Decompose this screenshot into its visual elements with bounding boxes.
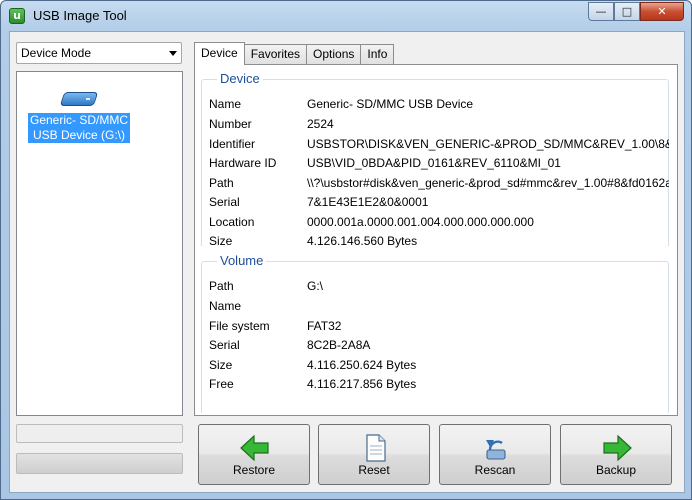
usb-drive-icon bbox=[59, 90, 99, 110]
tab-device[interactable]: Device bbox=[194, 42, 245, 65]
info-label: Serial bbox=[209, 338, 240, 352]
backup-button[interactable]: Backup bbox=[560, 424, 672, 485]
info-value: USBSTOR\DISK&VEN_GENERIC-&PROD_SD/MMC&RE… bbox=[307, 137, 669, 151]
rescan-icon bbox=[486, 440, 506, 460]
close-button[interactable]: ✕ bbox=[640, 2, 684, 21]
device-group: Device Name Generic- SD/MMC USB Device N… bbox=[201, 71, 669, 248]
device-tab-panel: Device Name Generic- SD/MMC USB Device N… bbox=[194, 64, 678, 416]
info-value: G:\ bbox=[307, 279, 324, 293]
title-bar[interactable]: u USB Image Tool — □ ✕ bbox=[1, 1, 691, 31]
info-label: Hardware ID bbox=[209, 156, 277, 170]
reset-button[interactable]: Reset bbox=[318, 424, 430, 485]
info-value: 8C2B-2A8A bbox=[307, 338, 371, 352]
info-label: Path bbox=[209, 176, 234, 190]
progress-bar-secondary bbox=[16, 453, 183, 474]
info-value: FAT32 bbox=[307, 319, 342, 333]
mode-select-value: Device Mode bbox=[21, 46, 92, 60]
info-value: 2524 bbox=[307, 117, 334, 131]
info-value: Generic- SD/MMC USB Device bbox=[307, 97, 474, 111]
info-label: Size bbox=[209, 358, 233, 372]
minimize-icon: — bbox=[595, 5, 607, 18]
info-value: \\?\usbstor#disk&ven_generic-&prod_sd#mm… bbox=[307, 176, 669, 190]
reset-button-label: Reset bbox=[358, 463, 390, 477]
chevron-down-icon bbox=[169, 51, 177, 56]
info-label: File system bbox=[209, 319, 270, 333]
tab-options[interactable]: Options bbox=[306, 44, 362, 65]
info-label: Location bbox=[209, 215, 255, 229]
caption-buttons: — □ ✕ bbox=[588, 2, 684, 22]
arrow-left-icon bbox=[240, 434, 269, 462]
device-item-line1: Generic- SD/MMC bbox=[29, 113, 128, 127]
app-window: u USB Image Tool — □ ✕ Device Mode Gener… bbox=[0, 0, 692, 500]
rescan-button-label: Rescan bbox=[474, 463, 516, 477]
device-group-title: Device bbox=[217, 71, 263, 86]
info-label: Name bbox=[209, 299, 242, 313]
info-value: 7&1E43E1E2&0&0001 bbox=[307, 195, 429, 209]
info-label: Number bbox=[209, 117, 252, 131]
device-item[interactable]: Generic- SD/MMC USB Device (G:\) bbox=[25, 90, 133, 143]
device-item-label: Generic- SD/MMC USB Device (G:\) bbox=[27, 113, 130, 143]
info-label: Size bbox=[209, 234, 233, 248]
maximize-button[interactable]: □ bbox=[614, 2, 640, 21]
progress-bar-primary bbox=[16, 424, 183, 443]
info-value: USB\VID_0BDA&PID_0161&REV_6110&MI_01 bbox=[307, 156, 561, 170]
info-value: 4.116.250.624 Bytes bbox=[307, 358, 417, 372]
info-label: Path bbox=[209, 279, 234, 293]
app-icon: u bbox=[9, 8, 25, 24]
tab-info[interactable]: Info bbox=[360, 44, 395, 65]
device-list: Generic- SD/MMC USB Device (G:\) bbox=[16, 71, 183, 416]
client-area: Device Mode Generic- SD/MMC USB Device (… bbox=[9, 31, 685, 493]
info-value: 4.126.146.560 Bytes bbox=[307, 234, 418, 248]
info-label: Name bbox=[209, 97, 242, 111]
info-value: 0000.001a.0000.001.004.000.000.000.000 bbox=[307, 215, 534, 229]
tab-favorites[interactable]: Favorites bbox=[243, 44, 308, 65]
rescan-button[interactable]: Rescan bbox=[439, 424, 551, 485]
restore-button[interactable]: Restore bbox=[198, 424, 310, 485]
restore-button-label: Restore bbox=[232, 463, 276, 477]
maximize-icon: □ bbox=[621, 5, 633, 18]
backup-button-label: Backup bbox=[595, 463, 637, 477]
minimize-button[interactable]: — bbox=[588, 2, 614, 21]
volume-group-title: Volume bbox=[217, 253, 267, 268]
info-value: 4.116.217.856 Bytes bbox=[307, 377, 417, 391]
document-icon bbox=[366, 434, 386, 462]
info-label: Identifier bbox=[209, 137, 256, 151]
mode-select[interactable]: Device Mode bbox=[16, 42, 182, 64]
arrow-right-icon bbox=[603, 434, 632, 462]
tab-strip: Device Favorites Options Info bbox=[194, 42, 395, 65]
info-label: Free bbox=[209, 377, 234, 391]
device-item-line2: USB Device (G:\) bbox=[32, 128, 125, 142]
info-label: Serial bbox=[209, 195, 240, 209]
close-icon: ✕ bbox=[657, 5, 667, 18]
volume-group: Volume Path G:\ Name File system FAT32 S… bbox=[201, 253, 669, 413]
window-title: USB Image Tool bbox=[33, 8, 127, 23]
